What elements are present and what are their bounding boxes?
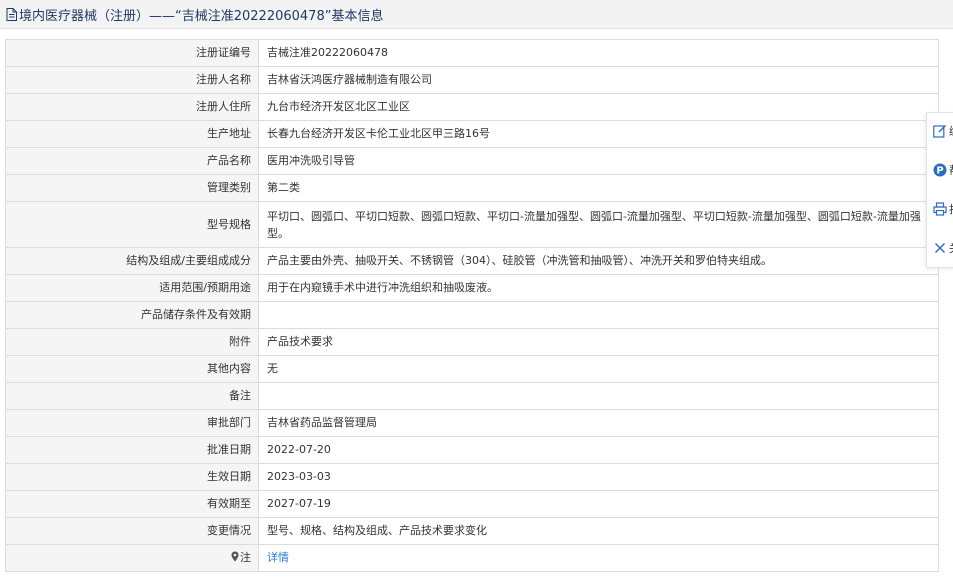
row-label: 生产地址: [5, 120, 259, 148]
help-icon: P: [933, 163, 947, 177]
edit-label: 编: [949, 123, 953, 139]
row-label: 附件: [5, 328, 259, 356]
row-value: 2027-07-19: [258, 490, 939, 518]
edit-icon: [933, 124, 947, 138]
svg-text:P: P: [936, 166, 943, 177]
row-value: 2023-03-03: [258, 463, 939, 491]
table-row: 生效日期 2023-03-03: [5, 463, 939, 491]
row-value: 第二类: [258, 174, 939, 202]
row-label: 生效日期: [5, 463, 259, 491]
help-button[interactable]: P 帮: [933, 160, 953, 180]
info-table: 注册证编号 吉械注准20222060478 注册人名称 吉林省沃鸿医疗器械制造有…: [5, 39, 939, 572]
close-label: 关: [949, 240, 953, 256]
row-label: 产品名称: [5, 147, 259, 175]
table-row: 注册证编号 吉械注准20222060478: [5, 39, 939, 67]
page-title: 境内医疗器械（注册）——“吉械注准20222060478”基本信息: [19, 8, 384, 24]
row-value: 九台市经济开发区北区工业区: [258, 93, 939, 121]
print-button[interactable]: 打: [933, 199, 953, 219]
table-row: 生产地址 长春九台经济开发区卡伦工业北区甲三路16号: [5, 120, 939, 148]
row-label: 管理类别: [5, 174, 259, 202]
table-row: 管理类别 第二类: [5, 174, 939, 202]
row-value: 医用冲洗吸引导管: [258, 147, 939, 175]
edit-button[interactable]: 编: [933, 121, 953, 141]
row-label: 备注: [5, 382, 259, 410]
table-row: 附件 产品技术要求: [5, 328, 939, 356]
row-value: 产品主要由外壳、抽吸开关、不锈钢管（304）、硅胶管（冲洗管和抽吸管）、冲洗开关…: [258, 247, 939, 275]
table-row: 注册人住所 九台市经济开发区北区工业区: [5, 93, 939, 121]
table-row: 注册人名称 吉林省沃鸿医疗器械制造有限公司: [5, 66, 939, 94]
close-icon: [933, 241, 947, 255]
location-pin-icon: [231, 551, 239, 562]
document-icon: [6, 7, 17, 21]
row-label: 结构及组成/主要组成成分: [5, 247, 259, 275]
row-label: 产品储存条件及有效期: [5, 301, 259, 329]
row-value: 长春九台经济开发区卡伦工业北区甲三路16号: [258, 120, 939, 148]
row-label: 适用范围/预期用途: [5, 274, 259, 302]
table-row: 批准日期 2022-07-20: [5, 436, 939, 464]
print-label: 打: [949, 201, 953, 217]
row-label: 型号规格: [5, 201, 259, 248]
row-value: [258, 301, 939, 329]
table-row: 结构及组成/主要组成成分 产品主要由外壳、抽吸开关、不锈钢管（304）、硅胶管（…: [5, 247, 939, 275]
table-row: 型号规格 平切口、圆弧口、平切口短款、圆弧口短款、平切口-流量加强型、圆弧口-流…: [5, 201, 939, 248]
side-toolbar: 编 P 帮 打 关: [926, 112, 953, 268]
row-label: 批准日期: [5, 436, 259, 464]
row-value: 详情: [258, 544, 939, 572]
close-button[interactable]: 关: [933, 238, 953, 258]
row-value: 无: [258, 355, 939, 383]
table-row: 有效期至 2027-07-19: [5, 490, 939, 518]
table-row: 变更情况 型号、规格、结构及组成、产品技术要求变化: [5, 517, 939, 545]
row-value: 2022-07-20: [258, 436, 939, 464]
row-label: 注册人住所: [5, 93, 259, 121]
row-value: 吉林省药品监督管理局: [258, 409, 939, 437]
row-value: [258, 382, 939, 410]
row-value: 型号、规格、结构及组成、产品技术要求变化: [258, 517, 939, 545]
table-row: 审批部门 吉林省药品监督管理局: [5, 409, 939, 437]
print-icon: [933, 202, 947, 216]
table-row: 其他内容 无: [5, 355, 939, 383]
row-label: 审批部门: [5, 409, 259, 437]
table-row: 注 详情: [5, 544, 939, 572]
row-label: 注: [240, 551, 251, 564]
table-row: 产品名称 医用冲洗吸引导管: [5, 147, 939, 175]
row-label: 注册人名称: [5, 66, 259, 94]
row-value: 平切口、圆弧口、平切口短款、圆弧口短款、平切口-流量加强型、圆弧口-流量加强型、…: [258, 201, 939, 248]
table-row: 产品储存条件及有效期: [5, 301, 939, 329]
details-link[interactable]: 详情: [267, 551, 289, 564]
page-header: 境内医疗器械（注册）——“吉械注准20222060478”基本信息: [0, 0, 953, 29]
row-label: 注册证编号: [5, 39, 259, 67]
row-label: 变更情况: [5, 517, 259, 545]
row-value: 用于在内窥镜手术中进行冲洗组织和抽吸废液。: [258, 274, 939, 302]
row-label: 有效期至: [5, 490, 259, 518]
row-value: 吉械注准20222060478: [258, 39, 939, 67]
row-label-note: 注: [5, 544, 259, 572]
table-row: 适用范围/预期用途 用于在内窥镜手术中进行冲洗组织和抽吸废液。: [5, 274, 939, 302]
row-value: 吉林省沃鸿医疗器械制造有限公司: [258, 66, 939, 94]
row-value: 产品技术要求: [258, 328, 939, 356]
row-label: 其他内容: [5, 355, 259, 383]
help-label: 帮: [949, 162, 953, 178]
table-row: 备注: [5, 382, 939, 410]
